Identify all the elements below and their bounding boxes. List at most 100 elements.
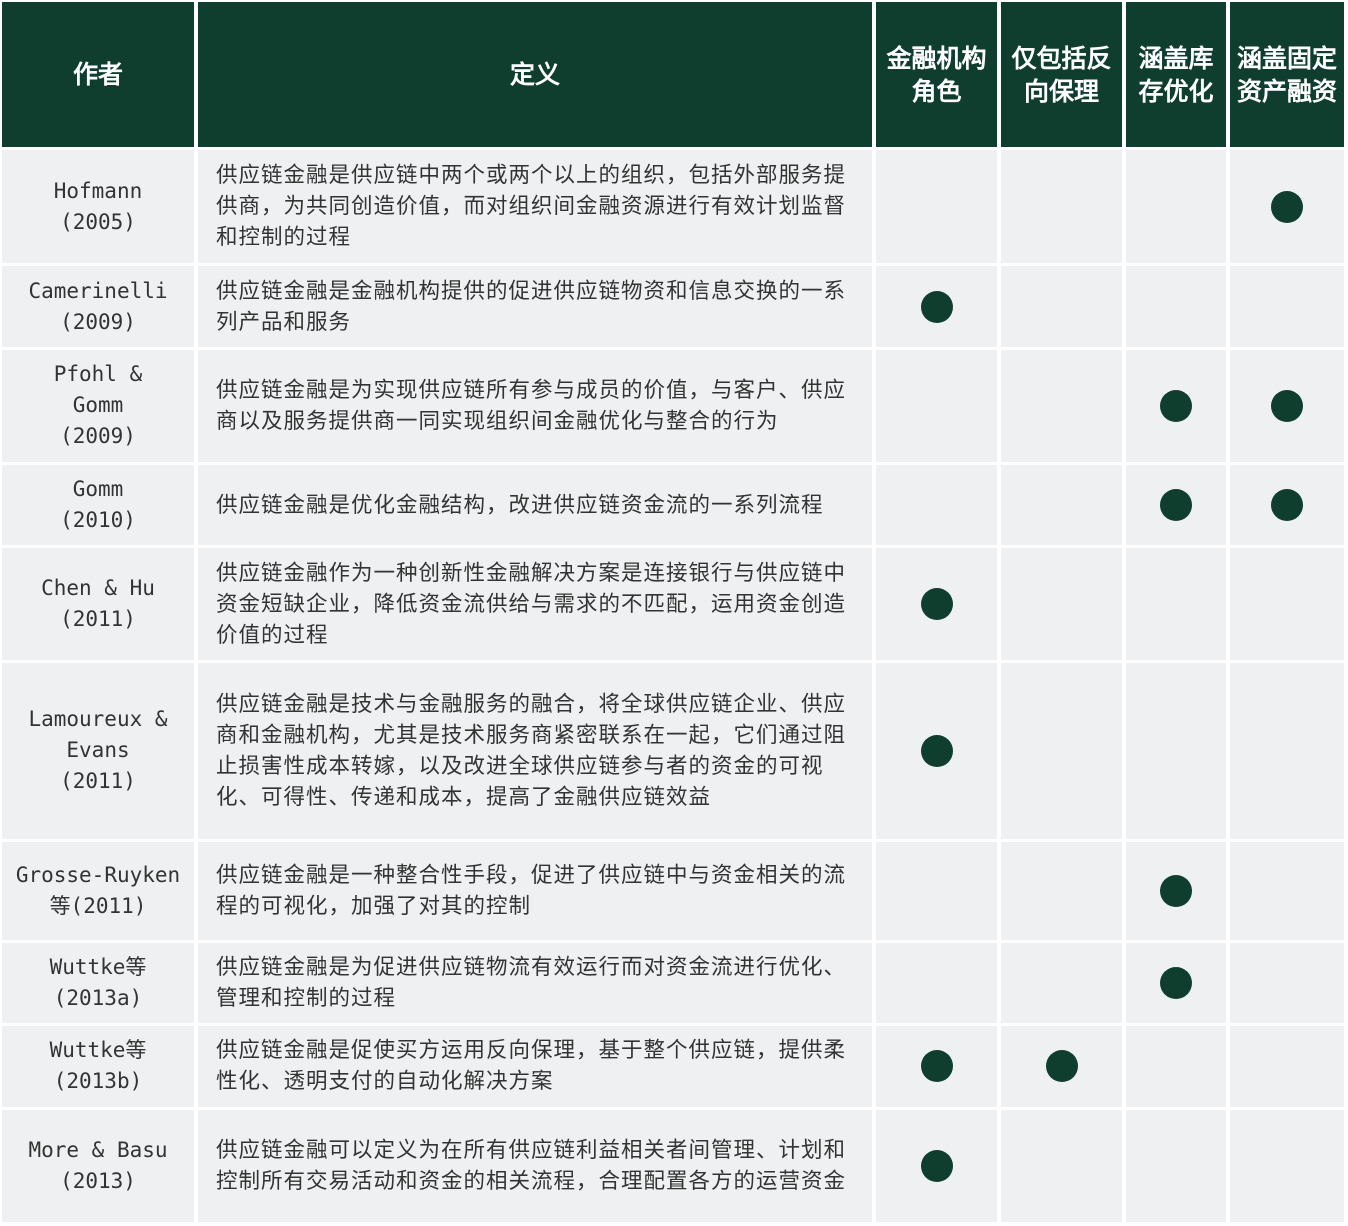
filled-circle-icon <box>1045 1050 1078 1083</box>
author-cell: Pfohl & Gomm (2009) <box>2 349 194 463</box>
definition-cell: 供应链金融可以定义为在所有供应链利益相关者间管理、计划和控制所有交易活动和资金的… <box>198 1109 872 1222</box>
author-line: (2005) <box>60 209 136 234</box>
author-line: Evans <box>66 738 130 763</box>
table-row: Grosse-Ruyken 等(2011) 供应链金融是一种整合性手段，促进了供应链… <box>2 841 1344 940</box>
filled-circle-icon <box>920 290 953 323</box>
header-definition: 定义 <box>198 2 872 147</box>
author-line: 等(2011) <box>49 893 147 918</box>
mark-cell-reverse-factoring-only <box>1001 465 1122 546</box>
author-line: (2013) <box>60 1168 136 1193</box>
table-row: Lamoureux & Evans (2011) 供应链金融是技术与金融服务的融合，将… <box>2 662 1344 839</box>
filled-circle-icon <box>920 1149 953 1182</box>
table-row: Wuttke等 (2013b) 供应链金融是促使买方运用反向保理，基于整个供应链，提… <box>2 1026 1344 1107</box>
author-line: (2011) <box>60 769 136 794</box>
definition-cell: 供应链金融是优化金融结构，改进供应链资金流的一系列流程 <box>198 465 872 546</box>
author-line: Camerinelli <box>28 278 168 303</box>
mark-cell-financial-institution-role <box>876 1109 997 1222</box>
definition-cell: 供应链金融作为一种创新性金融解决方案是连接银行与供应链中资金短缺企业，降低资金流… <box>198 548 872 660</box>
author-cell: More & Basu (2013) <box>2 1109 194 1222</box>
author-line: (2013b) <box>53 1069 143 1094</box>
mark-cell-fixed-asset-financing <box>1230 150 1344 264</box>
author-line: (2009) <box>60 309 136 334</box>
mark-cell-inventory-optimization <box>1126 1026 1226 1107</box>
mark-cell-financial-institution-role <box>876 150 997 264</box>
mark-cell-reverse-factoring-only <box>1001 1026 1122 1107</box>
mark-cell-inventory-optimization <box>1126 662 1226 839</box>
mark-cell-reverse-factoring-only <box>1001 1109 1122 1222</box>
mark-cell-fixed-asset-financing <box>1230 942 1344 1024</box>
author-cell: Wuttke等 (2013b) <box>2 1026 194 1107</box>
scf-definitions-table: 作者 定义 金融机构角色 仅包括反向保理 涵盖库存优化 涵盖固定资产融资 Hof… <box>0 0 1348 1225</box>
mark-cell-financial-institution-role <box>876 841 997 940</box>
mark-cell-financial-institution-role <box>876 465 997 546</box>
mark-cell-fixed-asset-financing <box>1230 662 1344 839</box>
author-line: Wuttke等 <box>49 1038 147 1063</box>
definition-cell: 供应链金融是供应链中两个或两个以上的组织，包括外部服务提供商，为共同创造价值，而… <box>198 150 872 264</box>
definition-cell: 供应链金融是促使买方运用反向保理，基于整个供应链，提供柔性化、透明支付的自动化解… <box>198 1026 872 1107</box>
filled-circle-icon <box>920 1050 953 1083</box>
header-fixed-asset-financing: 涵盖固定资产融资 <box>1230 2 1344 147</box>
author-line: Grosse-Ruyken <box>15 862 181 887</box>
table-row: Chen & Hu (2011) 供应链金融作为一种创新性金融解决方案是连接银行与供… <box>2 548 1344 660</box>
mark-cell-financial-institution-role <box>876 942 997 1024</box>
filled-circle-icon <box>920 734 953 767</box>
mark-cell-inventory-optimization <box>1126 841 1226 940</box>
author-line: Gomm <box>72 393 124 418</box>
mark-cell-fixed-asset-financing <box>1230 266 1344 347</box>
table-row: Gomm (2010) 供应链金融是优化金融结构，改进供应链资金流的一系列流程 <box>2 465 1344 546</box>
header-inventory-optimization: 涵盖库存优化 <box>1126 2 1226 147</box>
header-financial-institution-role: 金融机构角色 <box>876 2 997 147</box>
table-row: Camerinelli (2009) 供应链金融是金融机构提供的促进供应链物资和信息… <box>2 266 1344 347</box>
author-line: Wuttke等 <box>49 955 147 980</box>
mark-cell-reverse-factoring-only <box>1001 662 1122 839</box>
author-cell: Gomm (2010) <box>2 465 194 546</box>
mark-cell-inventory-optimization <box>1126 548 1226 660</box>
mark-cell-inventory-optimization <box>1126 942 1226 1024</box>
filled-circle-icon <box>1160 874 1192 907</box>
author-cell: Lamoureux & Evans (2011) <box>2 662 194 839</box>
mark-cell-fixed-asset-financing <box>1230 349 1344 463</box>
author-line: Gomm <box>72 477 124 502</box>
mark-cell-reverse-factoring-only <box>1001 841 1122 940</box>
mark-cell-fixed-asset-financing <box>1230 1109 1344 1222</box>
mark-cell-financial-institution-role <box>876 662 997 839</box>
mark-cell-inventory-optimization <box>1126 465 1226 546</box>
definition-cell: 供应链金融是技术与金融服务的融合，将全球供应链企业、供应商和金融机构，尤其是技术… <box>198 662 872 839</box>
table-row: Hofmann (2005) 供应链金融是供应链中两个或两个以上的组织，包括外部服务… <box>2 150 1344 264</box>
author-line: More & Basu <box>28 1137 168 1162</box>
author-cell: Grosse-Ruyken 等(2011) <box>2 841 194 940</box>
author-line: Hofmann <box>53 178 143 203</box>
filled-circle-icon <box>1160 489 1192 522</box>
mark-cell-fixed-asset-financing <box>1230 1026 1344 1107</box>
author-cell: Hofmann (2005) <box>2 150 194 264</box>
filled-circle-icon <box>1160 967 1192 1000</box>
mark-cell-inventory-optimization <box>1126 150 1226 264</box>
filled-circle-icon <box>1271 389 1303 422</box>
mark-cell-financial-institution-role <box>876 349 997 463</box>
mark-cell-reverse-factoring-only <box>1001 150 1122 264</box>
mark-cell-reverse-factoring-only <box>1001 548 1122 660</box>
author-line: Lamoureux & <box>28 707 168 732</box>
mark-cell-inventory-optimization <box>1126 1109 1226 1222</box>
definition-cell: 供应链金融是一种整合性手段，促进了供应链中与资金相关的流程的可视化，加强了对其的… <box>198 841 872 940</box>
header-reverse-factoring-only: 仅包括反向保理 <box>1001 2 1122 147</box>
author-cell: Chen & Hu (2011) <box>2 548 194 660</box>
filled-circle-icon <box>920 588 953 621</box>
author-line: Pfohl & <box>53 362 143 387</box>
definition-cell: 供应链金融是金融机构提供的促进供应链物资和信息交换的一系列产品和服务 <box>198 266 872 347</box>
mark-cell-reverse-factoring-only <box>1001 266 1122 347</box>
author-cell: Wuttke等 (2013a) <box>2 942 194 1024</box>
table-row: Pfohl & Gomm (2009) 供应链金融是为实现供应链所有参与成员的价值，与… <box>2 349 1344 463</box>
author-line: (2011) <box>60 607 136 632</box>
author-cell: Camerinelli (2009) <box>2 266 194 347</box>
filled-circle-icon <box>1160 389 1192 422</box>
mark-cell-inventory-optimization <box>1126 266 1226 347</box>
mark-cell-reverse-factoring-only <box>1001 349 1122 463</box>
mark-cell-fixed-asset-financing <box>1230 841 1344 940</box>
header-row: 作者 定义 金融机构角色 仅包括反向保理 涵盖库存优化 涵盖固定资产融资 <box>2 2 1344 147</box>
filled-circle-icon <box>1271 190 1303 223</box>
mark-cell-reverse-factoring-only <box>1001 942 1122 1024</box>
author-line: Chen & Hu <box>41 576 155 601</box>
mark-cell-fixed-asset-financing <box>1230 548 1344 660</box>
mark-cell-financial-institution-role <box>876 266 997 347</box>
